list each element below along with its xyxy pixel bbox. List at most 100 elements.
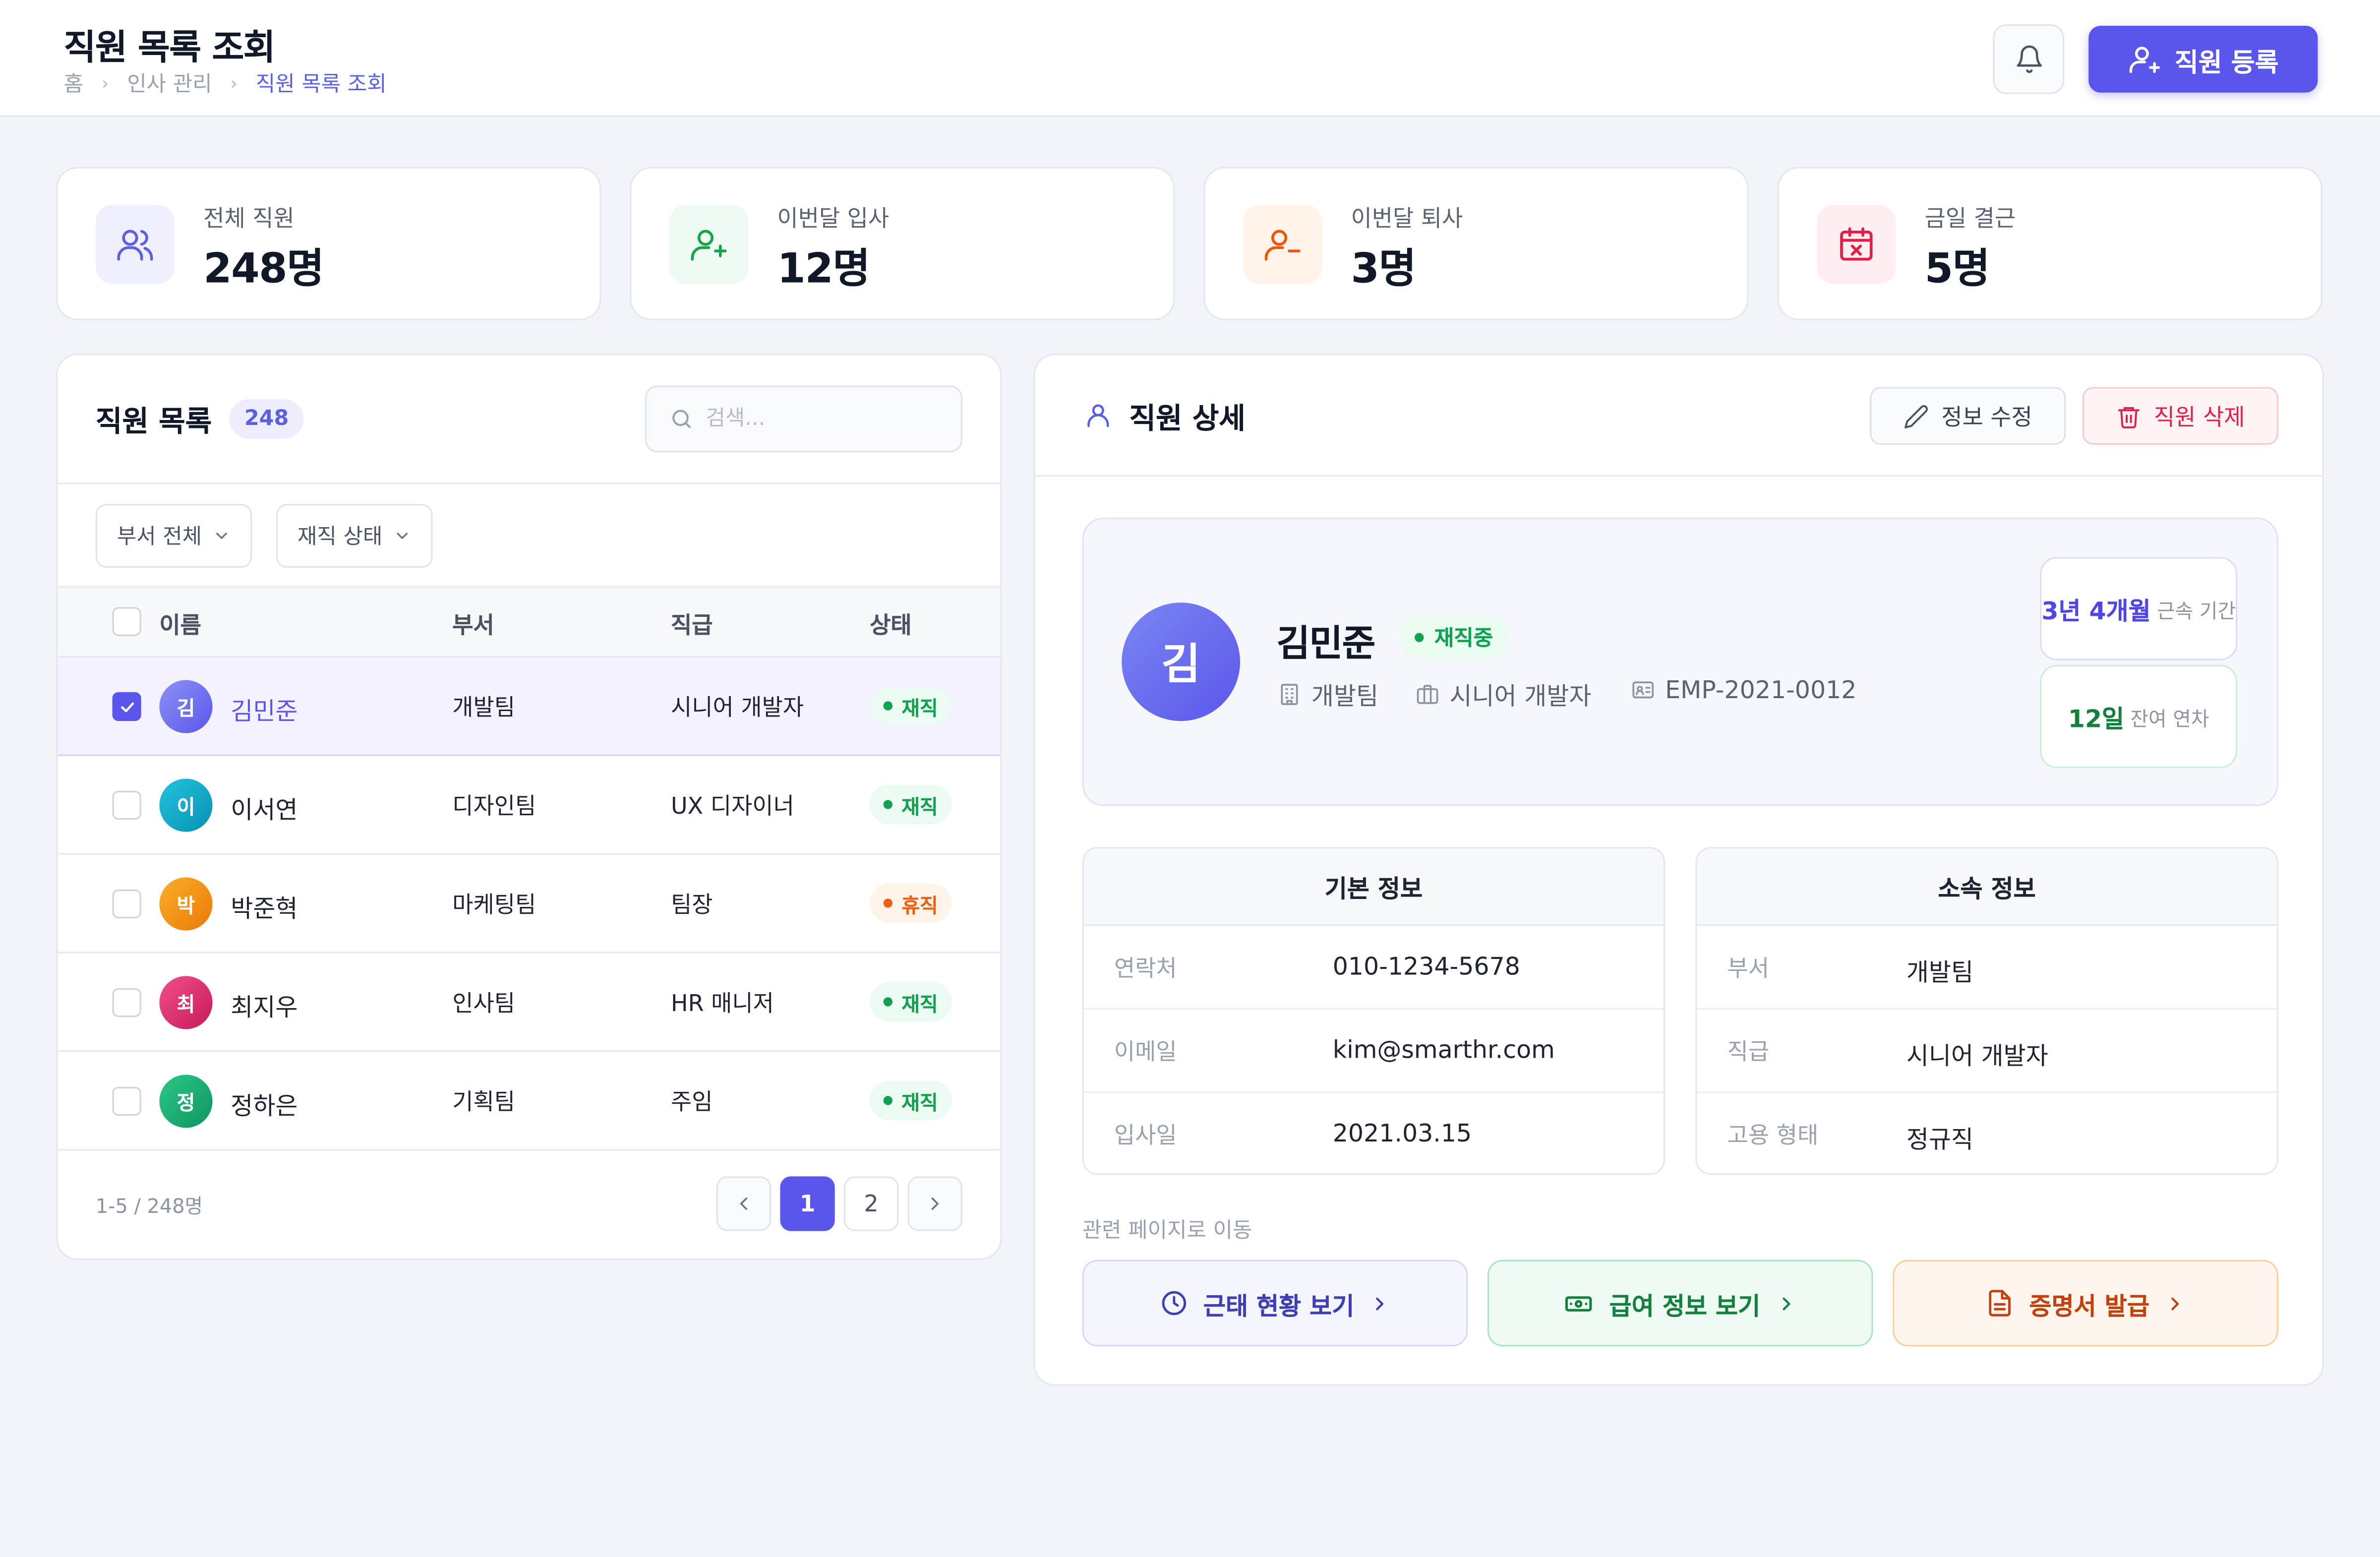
chevron-right-icon	[1782, 1297, 1790, 1310]
page-button-1[interactable]: 1	[780, 1176, 835, 1231]
attendance-link-button[interactable]: 근태 현황 보기	[1082, 1259, 1468, 1347]
employee-name[interactable]: 이서연	[231, 789, 298, 826]
column-header-dept[interactable]: 부서	[452, 609, 494, 641]
stat-label: 전체 직원	[203, 205, 295, 233]
delete-employee-button[interactable]: 직원 삭제	[2082, 387, 2278, 445]
info-key: 연락처	[1114, 955, 1177, 982]
info-row: 연락처 010-1234-5678	[1083, 926, 1664, 1010]
table-row[interactable]: 최 최지우 인사팀 HR 매니저 재직	[58, 953, 1001, 1052]
pencil-icon	[1904, 404, 1928, 428]
org-info-title: 소속 정보	[1697, 848, 2277, 926]
status-dot	[883, 997, 892, 1007]
employee-position: HR 매니저	[671, 989, 774, 1018]
tenure-value: 3년 4개월	[2041, 597, 2151, 626]
stat-card-resignations: 이번달 퇴사 3명	[1203, 167, 1749, 320]
row-checkbox[interactable]	[112, 790, 141, 820]
status-dot	[883, 800, 892, 809]
breadcrumb-hr[interactable]: 인사 관리	[127, 68, 212, 99]
row-checkbox[interactable]	[112, 889, 141, 919]
info-value: kim@smarthr.com	[1332, 1035, 1555, 1064]
status-text: 휴직	[901, 895, 938, 918]
avatar: 정	[159, 1075, 213, 1128]
status-badge: 재직중	[1399, 616, 1508, 659]
building-icon	[1281, 683, 1298, 705]
user-icon	[1087, 404, 1109, 427]
table-row[interactable]: 정 정하은 기획팀 주임 재직	[58, 1052, 1001, 1151]
basic-info-table: 기본 정보 연락처 010-1234-5678 이메일 kim@smarthr.…	[1082, 847, 1666, 1175]
chevron-right-icon: ›	[230, 72, 238, 94]
table-row[interactable]: 김 김민준 개발팀 시니어 개발자 재직	[58, 657, 1001, 756]
org-info-table: 소속 정보 부서 개발팀 직급 시니어 개발자 고용 형태 정규직	[1695, 847, 2278, 1175]
briefcase-icon	[1417, 684, 1438, 704]
department-filter-label: 부서 전체	[117, 525, 202, 550]
salary-link-button[interactable]: 급여 정보 보기	[1487, 1259, 1873, 1347]
column-header-position[interactable]: 직급	[671, 609, 713, 641]
stat-label: 이번달 퇴사	[1351, 205, 1463, 233]
info-value: 010-1234-5678	[1332, 952, 1520, 981]
breadcrumb-home[interactable]: 홈	[64, 68, 83, 99]
employee-name[interactable]: 김민준	[231, 691, 298, 727]
stat-value: 5명	[1924, 245, 1990, 293]
employee-name[interactable]: 최지우	[231, 987, 298, 1023]
edit-button-label: 정보 수정	[1941, 403, 2032, 430]
info-value: 시니어 개발자	[1906, 1041, 2048, 1071]
breadcrumb-current: 직원 목록 조회	[255, 72, 387, 97]
status-badge: 재직	[870, 784, 952, 825]
chevron-right-icon: ›	[101, 72, 109, 94]
page-button-2[interactable]: 2	[844, 1176, 899, 1231]
leave-label: 잔여 연차	[2130, 708, 2209, 731]
notification-button[interactable]	[1993, 24, 2065, 94]
status-text: 재직	[901, 697, 938, 720]
certificate-link-button[interactable]: 증명서 발급	[1893, 1259, 2278, 1347]
search-field[interactable]	[645, 385, 962, 453]
column-header-status[interactable]: 상태	[870, 609, 912, 641]
chevron-right-icon	[1376, 1297, 1384, 1310]
employee-name[interactable]: 정하은	[231, 1085, 298, 1122]
status-text: 재직	[901, 796, 938, 819]
status-dot	[883, 1096, 892, 1105]
next-page-button[interactable]	[907, 1176, 962, 1231]
profile-position-text: 시니어 개발자	[1449, 681, 1592, 711]
status-filter[interactable]: 재직 상태	[276, 504, 433, 568]
status-text: 재직	[901, 993, 938, 1017]
id-card-icon	[1632, 681, 1654, 699]
stat-card-total: 전체 직원 248명	[56, 167, 601, 320]
check-icon	[120, 702, 133, 712]
row-checkbox[interactable]	[112, 1086, 141, 1116]
department-filter[interactable]: 부서 전체	[95, 504, 252, 568]
select-all-checkbox[interactable]	[112, 607, 141, 636]
stat-card-absences: 금일 결근 5명	[1777, 167, 2322, 320]
row-checkbox[interactable]	[112, 988, 141, 1018]
search-icon	[672, 410, 691, 428]
column-header-name[interactable]: 이름	[159, 609, 201, 641]
row-checkbox[interactable]	[112, 692, 141, 721]
info-row: 입사일 2021.03.15	[1084, 1093, 1664, 1173]
prev-page-button[interactable]	[716, 1176, 772, 1231]
profile-dept: 개발팀	[1276, 675, 1378, 712]
stat-value: 3명	[1351, 245, 1416, 293]
profile-card: 김 김민준 재직중 개발팀 시니어 개발자 EMP-2021-0012 3년 4…	[1082, 517, 2278, 806]
attendance-link-label: 근태 현황 보기	[1203, 1291, 1355, 1320]
chevron-down-icon	[397, 533, 408, 539]
info-value: 정규직	[1906, 1125, 1974, 1154]
search-input[interactable]	[706, 407, 934, 431]
user-plus-icon	[669, 205, 749, 284]
stat-label: 금일 결근	[1924, 205, 2016, 233]
employee-name[interactable]: 박준혁	[231, 888, 298, 924]
table-row[interactable]: 이 이서연 디자인팀 UX 디자이너 재직	[58, 756, 1001, 855]
edit-info-button[interactable]: 정보 수정	[1870, 387, 2066, 445]
detail-title: 직원 상세	[1129, 402, 1246, 436]
status-text: 재직	[901, 1092, 938, 1115]
filter-bar: 부서 전체 재직 상태	[58, 484, 1001, 588]
top-header: 직원 목록 조회 홈 › 인사 관리 › 직원 목록 조회 직원 등록	[0, 0, 2380, 117]
register-employee-button[interactable]: 직원 등록	[2088, 26, 2318, 93]
info-value: 개발팀	[1906, 958, 1974, 987]
employee-position: UX 디자이너	[671, 792, 794, 820]
basic-info-title: 기본 정보	[1083, 848, 1664, 926]
chevron-right-icon	[2171, 1297, 2179, 1310]
table-row[interactable]: 박 박준혁 마케팅팀 팀장 휴직	[58, 854, 1001, 954]
list-header: 직원 목록 248	[58, 355, 1001, 484]
calendar-x-icon	[1817, 205, 1896, 284]
info-key: 이메일	[1114, 1038, 1177, 1066]
employee-detail-panel: 직원 상세 정보 수정 직원 삭제 김 김민준 재직중 개발팀 시니어 개발자	[1033, 354, 2324, 1386]
